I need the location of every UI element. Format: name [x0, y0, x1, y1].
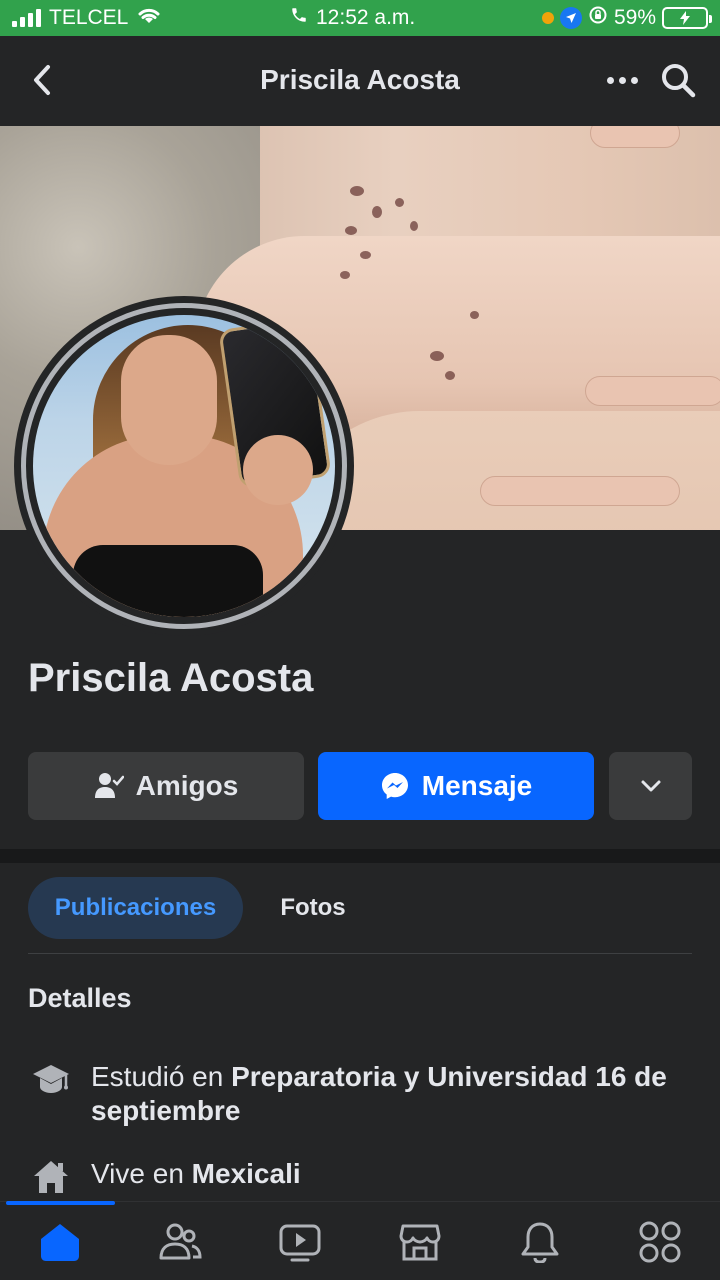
nav-friends[interactable] [150, 1216, 210, 1268]
status-bar: TELCEL 12:52 a.m. 59% [0, 0, 720, 36]
detail-education[interactable]: Estudió en Preparatoria y Universidad 16… [28, 1060, 692, 1128]
battery-icon [662, 7, 712, 29]
friends-icon [159, 1223, 202, 1260]
message-button[interactable]: Mensaje [318, 752, 594, 820]
message-button-label: Mensaje [421, 770, 533, 801]
bottom-navigation [0, 1201, 720, 1280]
tab-posts[interactable]: Publicaciones [28, 877, 243, 939]
detail-residence-text: Vive en Mexicali [91, 1158, 301, 1189]
nav-video[interactable] [270, 1216, 330, 1268]
search-icon [662, 64, 696, 98]
friend-check-icon [94, 773, 124, 798]
details-heading: Detalles [28, 983, 132, 1013]
section-divider [0, 849, 720, 863]
detail-residence[interactable]: Vive en Mexicali [28, 1157, 692, 1197]
clock-time: 12:52 a.m. [316, 6, 416, 29]
location-icon [559, 7, 582, 29]
menu-icon [639, 1221, 681, 1263]
profile-name: Priscila Acosta [28, 656, 314, 700]
carrier-name: TELCEL [49, 6, 129, 29]
search-button[interactable] [656, 60, 700, 100]
tab-photos[interactable]: Fotos [254, 877, 372, 939]
signal-icon [12, 9, 41, 27]
nav-notifications[interactable] [510, 1216, 570, 1268]
phone-icon [290, 6, 308, 30]
marketplace-icon [399, 1224, 441, 1261]
tab-divider [28, 953, 692, 954]
graduation-cap-icon [28, 1060, 74, 1100]
more-options-button[interactable] [609, 752, 692, 820]
nav-home[interactable] [30, 1216, 90, 1268]
home-icon [28, 1157, 74, 1197]
profile-picture[interactable] [14, 296, 354, 636]
wifi-icon [136, 5, 162, 31]
battery-percent: 59% [613, 6, 656, 29]
messenger-icon [381, 773, 408, 799]
privacy-indicator-icon [541, 12, 554, 24]
rotation-lock-icon [588, 5, 608, 31]
more-dots-icon[interactable] [600, 62, 644, 98]
friends-button[interactable]: Amigos [28, 752, 304, 820]
avatar [33, 315, 335, 617]
profile-header: Priscila Acosta [0, 36, 720, 126]
chevron-down-icon [641, 780, 660, 792]
friends-button-label: Amigos [135, 770, 239, 801]
notifications-icon [521, 1222, 559, 1263]
detail-education-text: Estudió en Preparatoria y Universidad 16… [91, 1061, 667, 1126]
active-tab-indicator [6, 1201, 115, 1205]
nav-marketplace[interactable] [390, 1216, 450, 1268]
home-icon [41, 1224, 79, 1261]
nav-menu[interactable] [630, 1216, 690, 1268]
video-icon [279, 1224, 321, 1262]
